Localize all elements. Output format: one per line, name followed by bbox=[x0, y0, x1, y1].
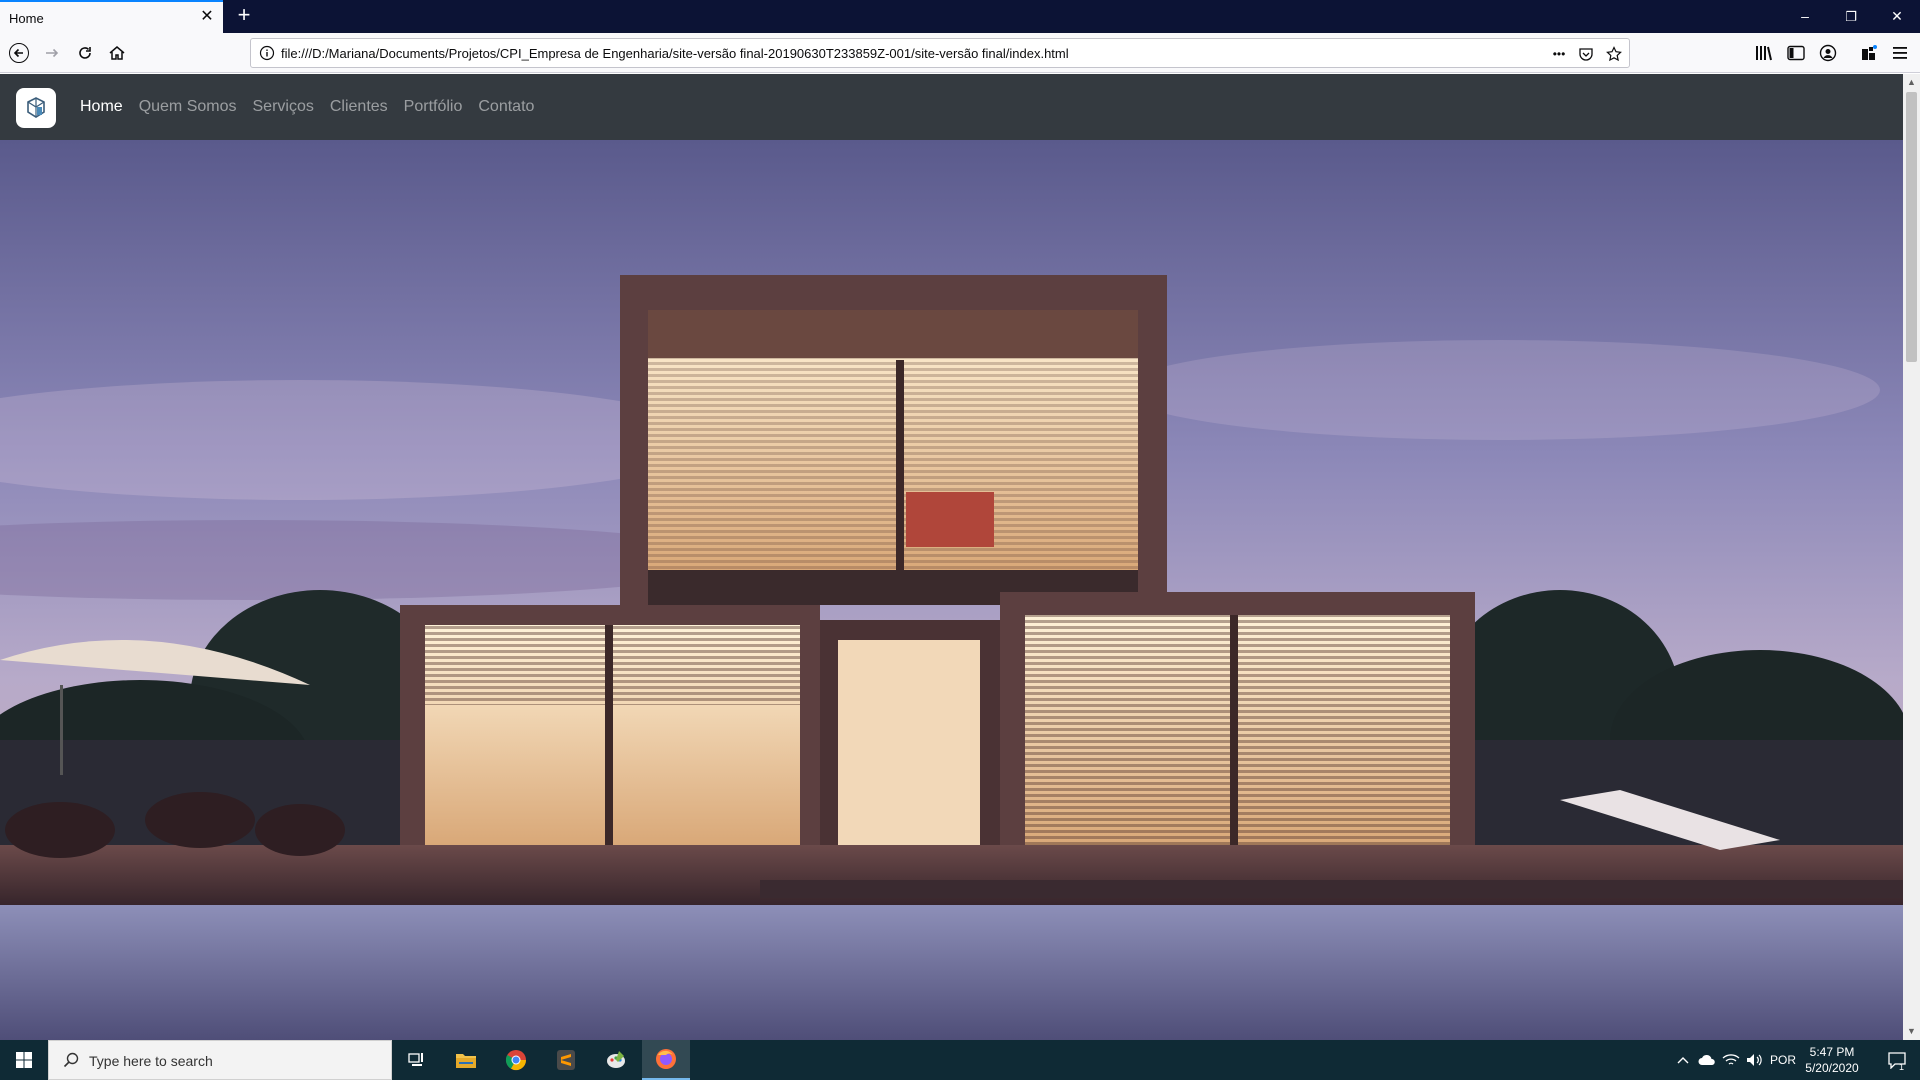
bookmark-star-icon[interactable] bbox=[1603, 43, 1625, 65]
firefox-icon[interactable] bbox=[642, 1040, 690, 1080]
back-button[interactable] bbox=[6, 40, 32, 66]
clock-date: 5/20/2020 bbox=[1805, 1061, 1859, 1075]
tab-title: Home bbox=[9, 11, 44, 26]
scrollbar-thumb[interactable] bbox=[1906, 92, 1917, 362]
scroll-up-icon[interactable]: ▲ bbox=[1903, 74, 1920, 91]
forward-arrow-icon bbox=[46, 48, 59, 58]
notification-center-icon[interactable]: 1 bbox=[1874, 1040, 1920, 1080]
nav-portfolio[interactable]: Portfólio bbox=[404, 98, 463, 116]
paint-icon[interactable] bbox=[592, 1040, 640, 1080]
brand-logo[interactable] bbox=[16, 88, 56, 128]
nav-clientes[interactable]: Clientes bbox=[330, 98, 388, 116]
back-arrow-icon bbox=[9, 43, 29, 63]
extensions-icon[interactable] bbox=[1856, 40, 1882, 66]
home-icon bbox=[109, 46, 125, 60]
task-view-icon[interactable] bbox=[392, 1040, 440, 1080]
browser-tab-strip: Home ✕ + – ❐ ✕ bbox=[0, 0, 1920, 33]
forward-button[interactable] bbox=[39, 40, 65, 66]
restore-button[interactable]: ❐ bbox=[1828, 0, 1874, 33]
clock[interactable]: 5:47 PM 5/20/2020 bbox=[1794, 1044, 1870, 1076]
nav-contato[interactable]: Contato bbox=[478, 98, 534, 116]
reload-icon bbox=[79, 47, 91, 59]
windows-logo-icon bbox=[16, 1052, 32, 1068]
sidebar-icon[interactable] bbox=[1783, 40, 1809, 66]
window-close-button[interactable]: ✕ bbox=[1874, 0, 1920, 33]
chrome-icon[interactable] bbox=[492, 1040, 540, 1080]
scroll-down-icon[interactable]: ▼ bbox=[1903, 1023, 1920, 1040]
search-icon bbox=[63, 1052, 79, 1073]
taskbar: Type here to search POR 5:47 PM 5/20/202… bbox=[0, 1040, 1920, 1080]
logo-icon bbox=[27, 97, 45, 118]
home-button[interactable] bbox=[104, 40, 130, 66]
nav-home[interactable]: Home bbox=[80, 98, 123, 116]
volume-icon[interactable] bbox=[1744, 1040, 1766, 1080]
wifi-icon[interactable] bbox=[1720, 1040, 1742, 1080]
notification-count: 1 bbox=[1899, 1062, 1905, 1072]
page-viewport: Home Quem Somos Serviços Clientes Portfó… bbox=[0, 74, 1903, 1040]
sublime-text-icon[interactable] bbox=[542, 1040, 590, 1080]
file-explorer-icon[interactable] bbox=[442, 1040, 490, 1080]
url-text[interactable]: file:///D:/Mariana/Documents/Projetos/CP… bbox=[281, 46, 1069, 61]
menu-icon[interactable] bbox=[1887, 40, 1913, 66]
pocket-icon[interactable] bbox=[1575, 43, 1597, 65]
site-info-icon[interactable] bbox=[259, 45, 275, 66]
tab-close-icon[interactable]: ✕ bbox=[199, 9, 215, 25]
new-tab-button[interactable]: + bbox=[232, 4, 256, 28]
page-actions-icon[interactable]: ••• bbox=[1548, 43, 1570, 65]
nav-servicos[interactable]: Serviços bbox=[253, 98, 314, 116]
site-nav-links: Home Quem Somos Serviços Clientes Portfó… bbox=[80, 74, 534, 140]
browser-toolbar: file:///D:/Mariana/Documents/Projetos/CP… bbox=[0, 33, 1920, 73]
onedrive-icon[interactable] bbox=[1696, 1040, 1718, 1080]
hero-image bbox=[0, 140, 1903, 1040]
minimize-button[interactable]: – bbox=[1782, 0, 1828, 33]
site-navbar: Home Quem Somos Serviços Clientes Portfó… bbox=[0, 74, 1903, 140]
nav-quem-somos[interactable]: Quem Somos bbox=[139, 98, 237, 116]
taskbar-search-box[interactable]: Type here to search bbox=[48, 1040, 392, 1080]
library-icon[interactable] bbox=[1751, 40, 1777, 66]
account-icon[interactable] bbox=[1815, 40, 1841, 66]
search-placeholder: Type here to search bbox=[89, 1053, 213, 1069]
clock-time: 5:47 PM bbox=[1809, 1045, 1855, 1059]
page-scrollbar[interactable]: ▲ ▼ bbox=[1903, 74, 1920, 1040]
tray-overflow-icon[interactable] bbox=[1672, 1040, 1694, 1080]
reload-button[interactable] bbox=[72, 40, 98, 66]
url-bar[interactable]: file:///D:/Mariana/Documents/Projetos/CP… bbox=[250, 38, 1630, 68]
tab-home[interactable]: Home ✕ bbox=[0, 0, 223, 33]
start-button[interactable] bbox=[0, 1040, 48, 1080]
